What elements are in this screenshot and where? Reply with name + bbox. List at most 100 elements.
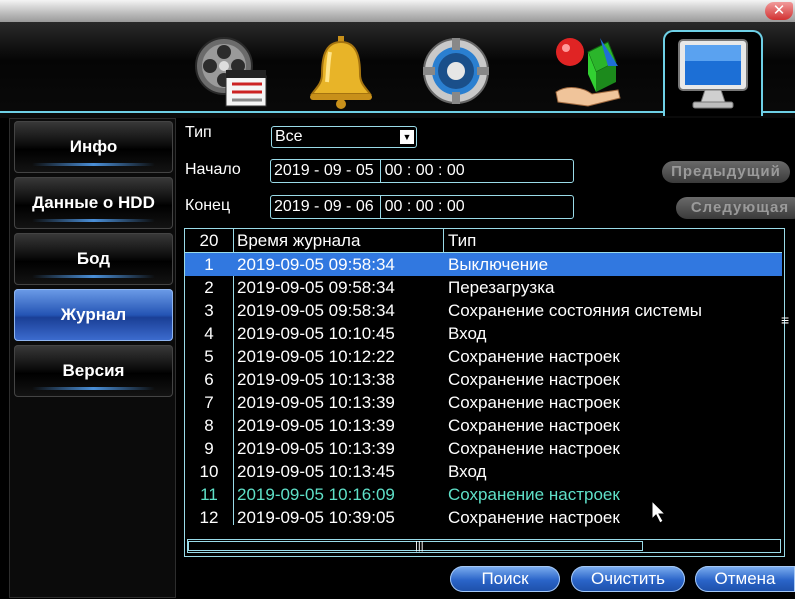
monitor-icon (678, 39, 748, 109)
table-row[interactable]: 8 2019-09-05 10:13:39 Сохранение настроек (185, 414, 782, 437)
row-type: Вход (448, 324, 487, 343)
row-time: 2019-09-05 10:10:45 (237, 324, 395, 343)
row-number: 1 (204, 255, 214, 274)
row-time: 2019-09-05 10:13:39 (237, 393, 395, 412)
film-reel-icon (195, 37, 267, 107)
table-row[interactable]: 2 2019-09-05 09:58:34 Перезагрузка (185, 276, 782, 299)
row-type: Сохранение настроек (448, 347, 620, 366)
sidebar-item-baud[interactable]: Бод (14, 233, 173, 285)
type-label: Тип (185, 124, 212, 141)
row-type: Перезагрузка (448, 278, 555, 297)
header-type: Тип (448, 231, 477, 250)
start-datetime-field[interactable]: 2019 - 09 - 05 00 : 00 : 00 (270, 159, 574, 183)
horizontal-scrollbar[interactable]: ||| (187, 539, 781, 553)
sidebar: Инфо Данные о HDD Бод Журнал Версия (9, 118, 176, 598)
sidebar-item-hdd[interactable]: Данные о HDD (14, 177, 173, 229)
cancel-button-label: Отмена (714, 569, 776, 588)
end-datetime-field[interactable]: 2019 - 09 - 06 00 : 00 : 00 (270, 195, 574, 219)
next-page-button[interactable]: Следующая (676, 197, 795, 219)
start-time[interactable]: 00 : 00 : 00 (385, 162, 465, 180)
field-divider (379, 160, 381, 182)
vertical-scrollbar[interactable]: ≡ (781, 232, 795, 547)
row-number: 5 (204, 347, 214, 366)
row-time: 2019-09-05 09:58:34 (237, 278, 395, 297)
sidebar-item-log[interactable]: Журнал (14, 289, 173, 341)
row-type: Сохранение настроек (448, 370, 620, 389)
prev-page-label: Предыдущий (671, 163, 781, 180)
sidebar-item-label: Данные о HDD (32, 193, 155, 212)
row-time: 2019-09-05 10:13:38 (237, 370, 395, 389)
table-row[interactable]: 9 2019-09-05 10:13:39 Сохранение настроек (185, 437, 782, 460)
row-time: 2019-09-05 09:58:34 (237, 255, 395, 274)
tab-advanced[interactable] (548, 32, 630, 110)
clear-button[interactable]: Очистить (571, 566, 685, 592)
log-table: 20 Время журнала Тип 1 2019-09-05 09:58:3… (184, 228, 785, 557)
row-number: 3 (204, 301, 214, 320)
row-number: 8 (204, 416, 214, 435)
sidebar-item-version[interactable]: Версия (14, 345, 173, 397)
sidebar-item-info[interactable]: Инфо (14, 121, 173, 173)
table-header: 20 Время журнала Тип (185, 229, 782, 252)
next-page-label: Следующая (690, 199, 790, 216)
row-type: Выключение (448, 255, 549, 274)
tab-info[interactable] (663, 30, 763, 116)
end-date[interactable]: 2019 - 09 - 06 (271, 198, 374, 216)
row-number: 7 (204, 393, 214, 412)
row-type: Сохранение настроек (448, 439, 620, 458)
tab-record[interactable] (190, 32, 272, 110)
prev-page-button[interactable]: Предыдущий (662, 161, 790, 183)
clear-button-label: Очистить (590, 569, 665, 588)
scroll-grip-icon: ≡ (781, 312, 790, 328)
close-icon: ✕ (772, 2, 786, 19)
table-row[interactable]: 7 2019-09-05 10:13:39 Сохранение настроек (185, 391, 782, 414)
table-row[interactable]: 1 2019-09-05 09:58:34 Выключение (185, 253, 782, 276)
row-time: 2019-09-05 10:16:09 (237, 485, 395, 504)
sidebar-item-label: Бод (76, 249, 111, 268)
table-row[interactable]: 4 2019-09-05 10:10:45 Вход (185, 322, 782, 345)
row-number: 10 (199, 462, 219, 481)
row-time: 2019-09-05 10:13:39 (237, 439, 395, 458)
end-time[interactable]: 00 : 00 : 00 (385, 198, 465, 216)
type-dropdown-value: Все (275, 128, 303, 145)
type-dropdown[interactable]: Все ▼ (271, 126, 417, 148)
bell-icon (310, 36, 372, 109)
cancel-button[interactable]: Отмена (695, 566, 795, 592)
table-row[interactable]: 3 2019-09-05 09:58:34 Сохранение состояния… (185, 299, 782, 322)
table-row[interactable]: 5 2019-09-05 10:12:22 Сохранение настроек (185, 345, 782, 368)
tab-alarm[interactable] (300, 32, 382, 110)
scroll-grip-icon: ||| (415, 540, 424, 552)
start-date[interactable]: 2019 - 09 - 05 (271, 162, 374, 180)
header-count: 20 (199, 231, 219, 250)
row-time: 2019-09-05 10:12:22 (237, 347, 395, 366)
row-number: 9 (204, 439, 214, 458)
row-type: Вход (448, 462, 487, 481)
table-row[interactable]: 11 2019-09-05 10:16:09 Сохранение настроек (185, 483, 782, 506)
end-label: Конец (185, 197, 231, 214)
tab-settings[interactable] (415, 32, 497, 110)
row-type: Сохранение состояния системы (448, 301, 703, 320)
start-label: Начало (185, 161, 241, 178)
row-time: 2019-09-05 10:13:39 (237, 416, 395, 435)
search-button[interactable]: Поиск (450, 566, 560, 592)
row-number: 11 (200, 485, 218, 504)
row-time: 2019-09-05 10:39:05 (237, 508, 395, 527)
table-row[interactable]: 10 2019-09-05 10:13:45 Вход (185, 460, 782, 483)
search-button-label: Поиск (481, 569, 529, 588)
chevron-down-icon: ▼ (400, 130, 414, 144)
row-time: 2019-09-05 09:58:34 (237, 301, 395, 320)
row-type: Сохранение настроек (448, 416, 620, 435)
close-button[interactable]: ✕ (765, 2, 793, 20)
row-type: Сохранение настроек (448, 485, 620, 504)
header-time: Время журнала (237, 231, 361, 250)
field-divider (379, 196, 381, 218)
row-type: Сохранение настроек (448, 508, 620, 527)
table-row[interactable]: 12 2019-09-05 10:39:05 Сохранение настроек (185, 506, 782, 529)
sidebar-item-label: Инфо (69, 137, 118, 156)
title-bar: ✕ (0, 0, 795, 22)
sidebar-item-label: Журнал (60, 305, 127, 324)
row-type: Сохранение настроек (448, 393, 620, 412)
table-row[interactable]: 6 2019-09-05 10:13:38 Сохранение настроек (185, 368, 782, 391)
row-number: 12 (199, 508, 219, 527)
mouse-cursor-icon (651, 500, 667, 524)
row-number: 2 (204, 278, 214, 297)
